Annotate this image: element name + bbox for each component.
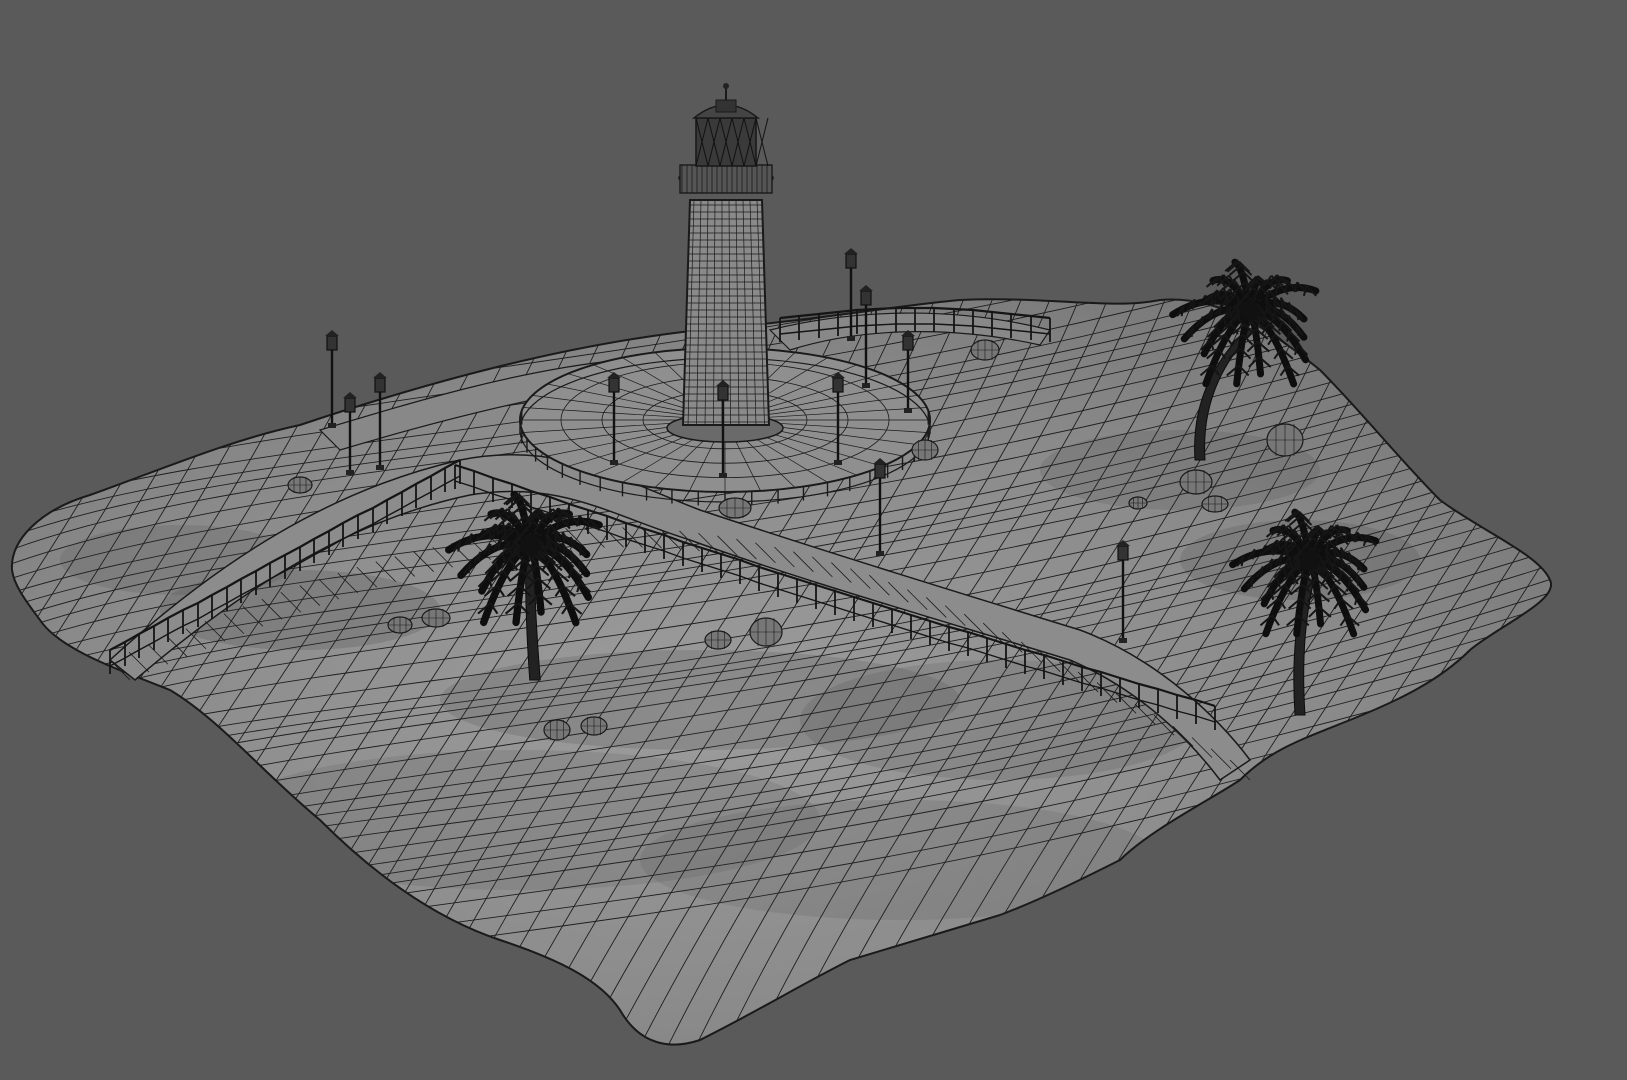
terrain-shadow	[640, 800, 1160, 920]
rock	[580, 716, 608, 736]
scene-canvas[interactable]	[0, 0, 1627, 1080]
3d-viewport[interactable]	[0, 0, 1627, 1080]
rock	[1128, 496, 1148, 510]
rock	[543, 719, 571, 741]
rock	[749, 617, 783, 647]
rock	[911, 439, 939, 461]
rock	[970, 339, 1000, 361]
rock	[421, 608, 451, 628]
palm-crown	[1240, 300, 1260, 320]
rock	[287, 476, 313, 494]
rock	[718, 497, 752, 519]
rock	[704, 630, 732, 650]
palm-crown	[1300, 550, 1320, 570]
palm-crown	[519, 534, 541, 556]
rock	[1266, 423, 1304, 457]
rock	[1201, 495, 1229, 513]
rock	[387, 616, 413, 634]
rock	[1179, 469, 1213, 495]
